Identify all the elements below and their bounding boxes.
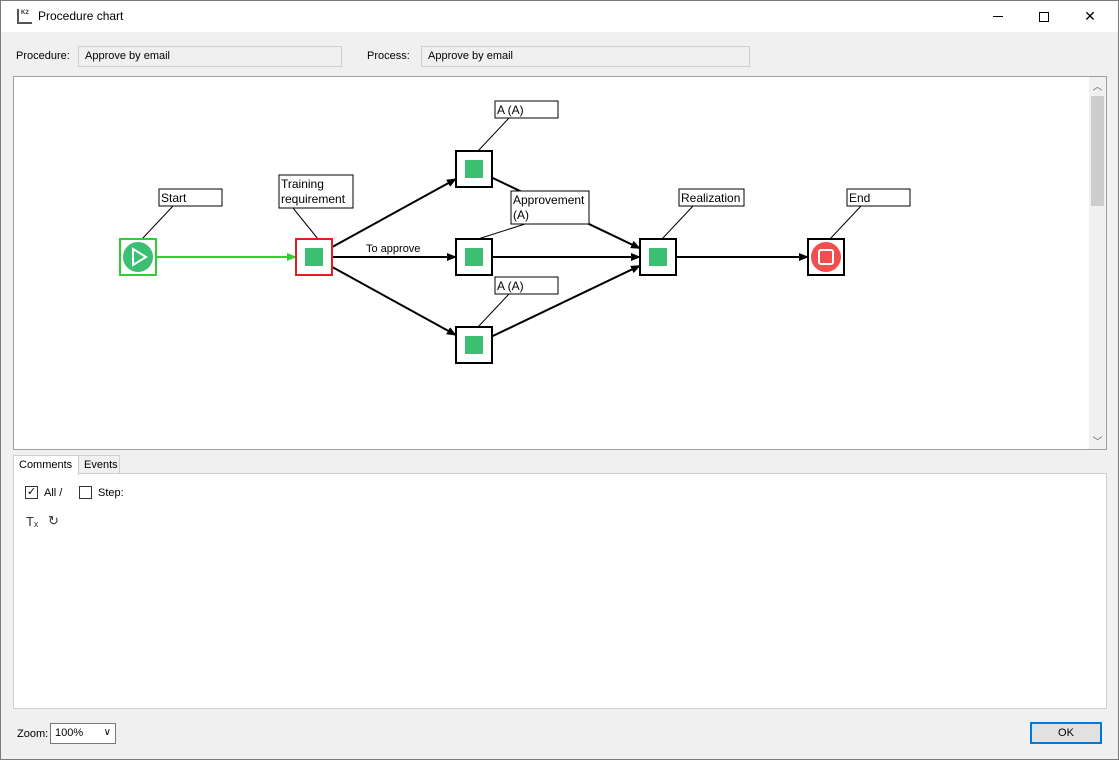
step-label: Step: [98,487,124,499]
process-label: Process: [367,50,410,62]
node-end[interactable] [807,238,845,276]
node-label-approvement: Approvement [513,193,585,207]
edge-label: To approve [366,243,420,255]
process-field: Approve by email [421,46,750,67]
scroll-up-icon[interactable]: ︿ [1089,77,1106,94]
node-label-start: Start [161,191,187,205]
zoom-value: 100% [55,727,84,739]
node-approvement[interactable] [455,238,493,276]
label-leader [141,205,174,240]
node-label-realization: Realization [681,191,740,205]
refresh-icon[interactable]: ↻ [48,513,59,529]
node-a_top[interactable] [455,150,493,188]
node-label-training: Training [281,177,324,191]
label-leader [829,205,862,240]
zoom-select[interactable]: 100% ∨ [50,723,116,744]
app-icon: K2 [17,9,32,24]
all-checkbox[interactable]: ✓ [25,486,38,499]
label-leader [477,117,510,152]
step-icon [305,248,323,266]
diagram-vertical-scrollbar[interactable]: ︿ ﹀ [1089,77,1106,449]
node-label-approvement: (A) [513,208,529,222]
label-leader [477,293,510,328]
clear-format-icon[interactable]: Tₓ [26,514,38,529]
procedure-diagram: To approve Start Trainingrequirement A (A)… [119,100,911,364]
ok-button[interactable]: OK [1030,722,1102,744]
label-leader [292,207,319,240]
node-realization[interactable] [639,238,677,276]
node-start[interactable] [119,238,157,276]
all-label: All / [44,487,63,499]
zoom-label: Zoom: [17,728,49,740]
step-checkbox[interactable] [79,486,92,499]
maximize-button[interactable] [1021,1,1067,32]
procedure-label: Procedure: [16,50,70,62]
edge-a_bottom-realization[interactable] [491,264,641,338]
procedure-field: Approve by email [78,46,342,67]
step-icon [649,248,667,266]
node-training[interactable] [295,238,333,276]
procedure-chart-window: K2 Procedure chart ✕ Procedure: Approve … [0,0,1119,760]
scrollbar-thumb[interactable] [1091,96,1104,206]
title-bar: K2 Procedure chart ✕ [1,1,1118,32]
scroll-down-icon[interactable]: ﹀ [1089,432,1106,449]
step-icon [465,160,483,178]
label-leader [477,223,526,240]
edge-training-a_bottom[interactable] [331,266,457,336]
minimize-icon [993,16,1003,17]
diagram-canvas[interactable]: To approve Start Training requirement A (A)… [13,76,1107,450]
close-icon: ✕ [1084,8,1096,24]
tab-events[interactable]: Events [78,455,120,474]
step-icon [465,336,483,354]
chevron-down-icon: ∨ [103,727,111,738]
minimize-button[interactable] [975,1,1021,32]
tab-comments[interactable]: Comments [13,455,79,475]
label-leader [661,205,694,240]
play-icon [123,242,153,272]
window-title: Procedure chart [38,9,124,23]
node-label-a_bottom: A (A) [497,279,524,293]
stop-icon [811,242,841,272]
node-a_bottom[interactable] [455,326,493,364]
node-label-a_top: A (A) [497,103,524,117]
node-label-end: End [849,191,870,205]
node-label-training: requirement [281,192,346,206]
close-button[interactable]: ✕ [1067,1,1113,32]
maximize-icon [1039,11,1049,22]
comments-panel: ✓ All / Step: Tₓ ↻ [13,473,1107,709]
step-icon [465,248,483,266]
